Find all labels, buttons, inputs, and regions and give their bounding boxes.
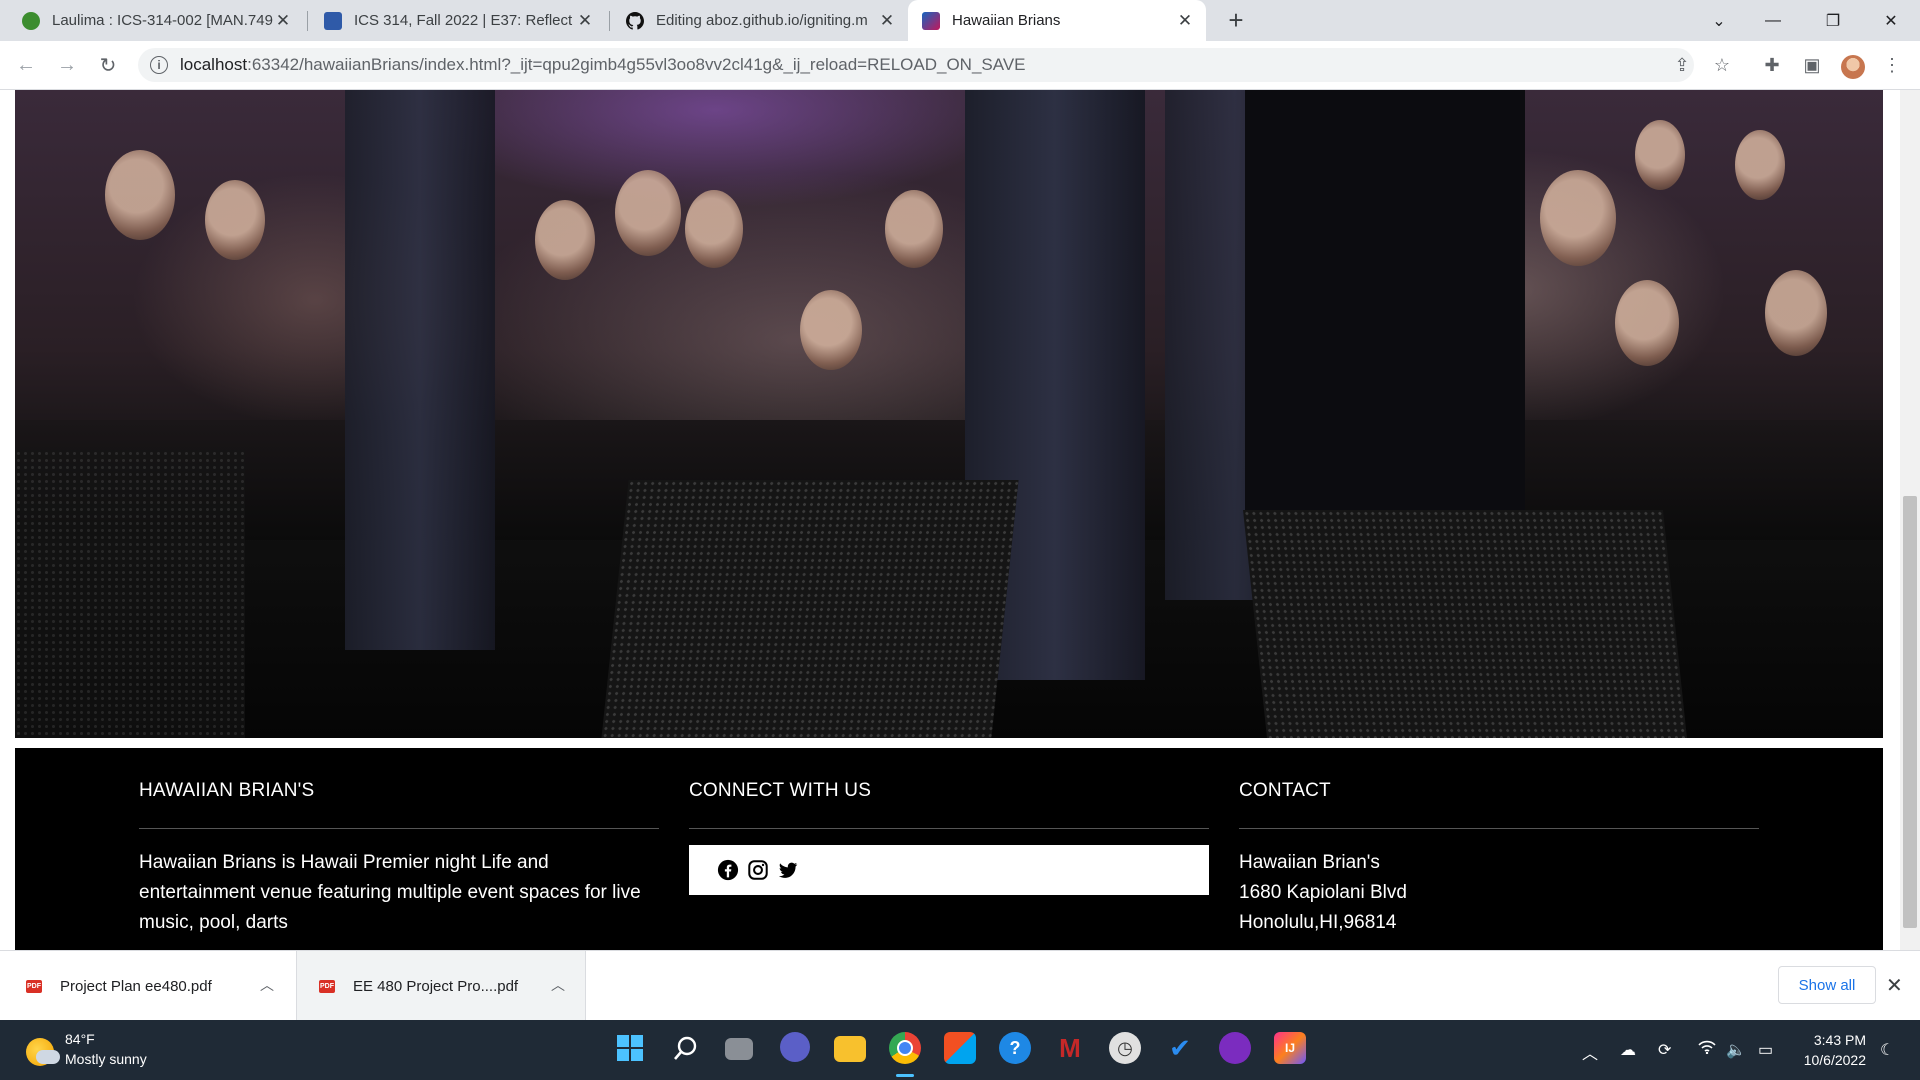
contact-address: Hawaiian Brian's 1680 Kapiolani Blvd Hon… <box>1239 848 1407 938</box>
show-all-button[interactable]: Show all <box>1778 966 1876 1004</box>
weather-temp: 84°F <box>65 1031 95 1047</box>
tab-github[interactable]: Editing aboz.github.io/igniting.m ✕ <box>612 0 908 41</box>
downloads-bar: PDF Project Plan ee480.pdf ︿ PDF EE 480 … <box>0 950 1920 1021</box>
minimize-button[interactable]: — <box>1750 0 1796 41</box>
task-view-icon[interactable] <box>725 1038 753 1060</box>
contact-name: Hawaiian Brian's <box>1239 852 1380 873</box>
clock-app-icon[interactable]: ◷ <box>1109 1032 1141 1064</box>
contact-street: 1680 Kapiolani Blvd <box>1239 882 1407 903</box>
instagram-icon[interactable] <box>747 859 769 881</box>
close-icon[interactable]: ✕ <box>878 11 896 31</box>
site-info-icon[interactable]: i <box>150 56 168 74</box>
menu-kebab-icon[interactable]: ⋮ <box>1880 53 1904 77</box>
extensions-icon[interactable]: ✚ <box>1760 53 1784 77</box>
chevron-up-icon[interactable]: ︿ <box>551 975 565 995</box>
windows-taskbar: 84°F Mostly sunny ? M ◷ ✔ IJ ︿ ☁ ⟳ 🔈 ▭ 3… <box>0 1020 1920 1080</box>
tab-hawaiian-brians[interactable]: Hawaiian Brians ✕ <box>908 0 1206 41</box>
close-icon[interactable]: ✕ <box>1886 973 1903 998</box>
social-links <box>689 845 1209 895</box>
todo-icon[interactable]: ✔ <box>1164 1032 1196 1064</box>
search-icon[interactable] <box>670 1032 702 1064</box>
restore-button[interactable]: ❐ <box>1810 0 1856 41</box>
sync-icon[interactable]: ⟳ <box>1658 1040 1671 1060</box>
url-text: localhost:63342/hawaiianBrians/index.htm… <box>180 55 1026 74</box>
bookmark-star-icon[interactable]: ☆ <box>1710 53 1734 77</box>
download-item[interactable]: PDF EE 480 Project Pro....pdf ︿ <box>296 951 586 1021</box>
close-icon[interactable]: ✕ <box>274 11 292 31</box>
tab-ics314[interactable]: ICS 314, Fall 2022 | E37: Reflect o ✕ <box>310 0 606 41</box>
help-icon[interactable]: ? <box>999 1032 1031 1064</box>
start-icon[interactable] <box>614 1032 646 1064</box>
pdf-icon: PDF <box>26 979 42 993</box>
weather-desc: Mostly sunny <box>65 1051 147 1067</box>
system-clock[interactable]: 3:43 PM 10/6/2022 <box>1782 1030 1866 1070</box>
new-tab-button[interactable]: + <box>1222 6 1250 34</box>
volume-icon[interactable]: 🔈 <box>1726 1040 1746 1060</box>
back-button[interactable]: ← <box>12 51 40 79</box>
microsoft-store-icon[interactable] <box>944 1032 976 1064</box>
profile-avatar[interactable] <box>1841 55 1865 79</box>
share-icon[interactable]: ⇪ <box>1670 53 1694 77</box>
close-icon[interactable]: ✕ <box>576 11 594 31</box>
contact-city: Honolulu,HI,96814 <box>1239 912 1397 933</box>
tab-strip: Laulima : ICS-314-002 [MAN.749 ✕ ICS 314… <box>0 0 1920 41</box>
chrome-icon[interactable] <box>889 1032 921 1064</box>
intellij-page-icon <box>922 11 940 30</box>
mcafee-icon[interactable]: M <box>1054 1032 1086 1064</box>
pdf-icon: PDF <box>319 979 335 993</box>
footer-heading: HAWAIIAN BRIAN'S <box>139 780 315 801</box>
clock-time: 3:43 PM <box>1813 1032 1866 1048</box>
battery-icon[interactable]: ▭ <box>1758 1040 1773 1060</box>
download-item[interactable]: PDF Project Plan ee480.pdf ︿ <box>0 951 296 1021</box>
onedrive-icon[interactable]: ☁ <box>1620 1040 1636 1060</box>
concert-hero-image <box>15 90 1883 738</box>
footer-heading: CONNECT WITH US <box>689 780 872 801</box>
reload-button[interactable]: ↻ <box>94 51 122 79</box>
forward-button[interactable]: → <box>53 51 81 79</box>
footer-heading: CONTACT <box>1239 780 1331 801</box>
facebook-icon[interactable] <box>717 859 739 881</box>
github-desktop-icon[interactable] <box>1219 1032 1251 1064</box>
close-window-button[interactable]: ✕ <box>1868 0 1914 41</box>
course-site-icon <box>324 11 342 30</box>
download-filename: Project Plan ee480.pdf <box>60 977 212 995</box>
github-icon <box>626 11 644 30</box>
teams-chat-icon[interactable] <box>780 1032 810 1062</box>
chevron-up-icon[interactable]: ︿ <box>1582 1040 1598 1064</box>
intellij-icon[interactable]: IJ <box>1274 1032 1306 1064</box>
clock-date: 10/6/2022 <box>1803 1052 1866 1068</box>
page-viewport: HAWAIIAN BRIAN'S Hawaiian Brians is Hawa… <box>0 90 1900 950</box>
footer-about-text: Hawaiian Brians is Hawaii Premier night … <box>139 852 641 933</box>
download-filename: EE 480 Project Pro....pdf <box>353 977 519 995</box>
chevron-up-icon[interactable]: ︿ <box>260 975 274 995</box>
address-bar[interactable]: i localhost:63342/hawaiianBrians/index.h… <box>138 48 1694 82</box>
tab-laulima[interactable]: Laulima : ICS-314-002 [MAN.749 ✕ <box>8 0 304 41</box>
wifi-icon[interactable] <box>1698 1040 1716 1059</box>
notifications-icon[interactable]: ☾ <box>1880 1040 1894 1060</box>
side-panel-icon[interactable]: ▣ <box>1800 53 1824 77</box>
laulima-icon <box>22 11 40 30</box>
file-explorer-icon[interactable] <box>834 1036 866 1062</box>
close-icon[interactable]: ✕ <box>1176 11 1194 31</box>
site-footer: HAWAIIAN BRIAN'S Hawaiian Brians is Hawa… <box>15 748 1883 950</box>
scrollbar-thumb[interactable] <box>1903 496 1917 928</box>
browser-toolbar: ← → ↻ i localhost:63342/hawaiianBrians/i… <box>0 41 1920 90</box>
tab-search-chevron-icon[interactable]: ⌄ <box>1696 0 1742 41</box>
twitter-icon[interactable] <box>777 859 799 881</box>
